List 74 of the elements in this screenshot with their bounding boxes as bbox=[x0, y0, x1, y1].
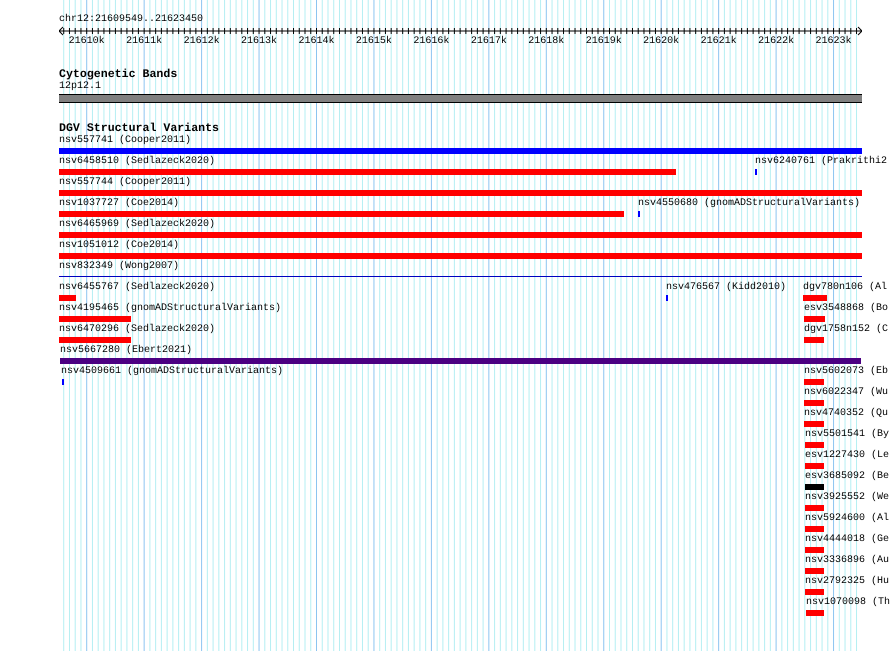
band-label: 12p12.1 bbox=[59, 81, 102, 93]
variant-label: esv3685092 (Be bbox=[805, 471, 890, 483]
ruler-label: 21614k bbox=[298, 36, 334, 48]
variant-label: nsv6240761 (Prakrithi2 bbox=[755, 156, 888, 168]
variant-bar[interactable] bbox=[806, 610, 824, 616]
track-title: DGV Structural Variants bbox=[59, 123, 220, 135]
variant-bar[interactable] bbox=[59, 316, 131, 322]
location-label: chr12:21609549..21623450 bbox=[59, 14, 204, 26]
ruler-label: 21620k bbox=[643, 36, 680, 48]
variant-label: nsv4550680 (gnomADStructuralVariants) bbox=[638, 198, 860, 210]
variant-label: nsv6465969 (Sedlazeck2020) bbox=[59, 219, 216, 231]
variant-bar[interactable] bbox=[804, 400, 824, 406]
variant-bar[interactable] bbox=[805, 589, 824, 595]
variant-bar[interactable] bbox=[804, 379, 824, 385]
variant-label: nsv6458510 (Sedlazeck2020) bbox=[59, 156, 216, 168]
variant-label: nsv5501541 (By bbox=[805, 429, 890, 441]
variant-bar[interactable] bbox=[60, 358, 861, 364]
variant-label: nsv5602073 (Eb bbox=[804, 366, 888, 378]
variant-label: nsv557744 (Cooper2011) bbox=[59, 177, 192, 189]
variant-bar[interactable] bbox=[805, 568, 824, 574]
variant-label: dgv780n106 (Al bbox=[803, 282, 888, 294]
variant-bar[interactable] bbox=[59, 190, 862, 196]
variant-label: nsv832349 (Wong2007) bbox=[59, 261, 180, 273]
variant-bar[interactable] bbox=[804, 316, 825, 322]
variant-bar[interactable] bbox=[59, 169, 676, 175]
variant-bar[interactable] bbox=[803, 295, 827, 301]
variant-label: esv3548868 (Bo bbox=[804, 303, 888, 315]
variant-label: nsv476567 (Kidd2010) bbox=[666, 282, 786, 294]
variant-label: nsv4444018 (Ge bbox=[805, 534, 890, 546]
variant-bar[interactable] bbox=[59, 295, 76, 301]
variant-label: nsv1051012 (Coe2014) bbox=[59, 240, 180, 252]
variant-bar[interactable] bbox=[805, 505, 824, 511]
variant-bar[interactable] bbox=[804, 421, 824, 427]
variant-label: nsv1037727 (Coe2014) bbox=[59, 198, 180, 210]
variant-bar[interactable] bbox=[805, 526, 824, 532]
ruler-label: 21621k bbox=[700, 36, 737, 48]
variant-label: nsv6022347 (Wu bbox=[804, 387, 888, 399]
ruler-label: 21619k bbox=[586, 36, 622, 48]
variant-label: dgv1758n152 (C bbox=[804, 324, 888, 336]
ruler-label: 21622k bbox=[758, 36, 794, 48]
ruler-label: 21623k bbox=[816, 36, 852, 48]
variant-label: nsv5667280 (Ebert2021) bbox=[60, 345, 192, 357]
variant-label: nsv3336896 (Au bbox=[805, 555, 890, 567]
variant-bar[interactable] bbox=[59, 253, 862, 259]
ruler-label: 21617k bbox=[470, 36, 507, 48]
ruler-label: 21615k bbox=[356, 36, 392, 48]
variant-label: nsv2792325 (Hu bbox=[805, 576, 890, 588]
variant-bar[interactable] bbox=[805, 547, 824, 553]
variant-bar[interactable] bbox=[59, 232, 862, 238]
variant-bar[interactable] bbox=[805, 442, 824, 448]
variant-bar[interactable] bbox=[805, 463, 824, 469]
variant-bar[interactable] bbox=[805, 484, 824, 490]
variant-bar[interactable] bbox=[59, 148, 862, 154]
track-title: Cytogenetic Bands bbox=[59, 69, 178, 81]
variant-bar[interactable] bbox=[804, 337, 824, 343]
variant-bar[interactable] bbox=[59, 337, 131, 343]
ruler-label: 21611k bbox=[126, 36, 162, 48]
variant-bar[interactable] bbox=[59, 211, 624, 217]
ruler-label: 21610k bbox=[68, 36, 105, 48]
cytoband-bar[interactable] bbox=[59, 94, 862, 103]
variant-label: nsv6470296 (Sedlazeck2020) bbox=[59, 324, 216, 336]
ruler-label: 21618k bbox=[528, 36, 564, 48]
variant-label: nsv4195465 (gnomADStructuralVariants) bbox=[59, 303, 282, 315]
variant-label: nsv4509661 (gnomADStructuralVariants) bbox=[61, 366, 284, 378]
variant-label: nsv6455767 (Sedlazeck2020) bbox=[59, 282, 216, 294]
variant-label: nsv1070098 (Th bbox=[806, 597, 890, 609]
ruler-label: 21613k bbox=[241, 36, 278, 48]
ruler-label: 21612k bbox=[184, 36, 220, 48]
ruler-label: 21616k bbox=[413, 36, 450, 48]
variant-label: nsv5924600 (Al bbox=[805, 513, 890, 525]
variant-label: nsv4740352 (Qu bbox=[804, 408, 888, 420]
variant-label: esv1227430 (Le bbox=[805, 450, 890, 462]
variant-label: nsv3925552 (We bbox=[805, 492, 890, 504]
variant-label: nsv557741 (Cooper2011) bbox=[59, 135, 192, 147]
